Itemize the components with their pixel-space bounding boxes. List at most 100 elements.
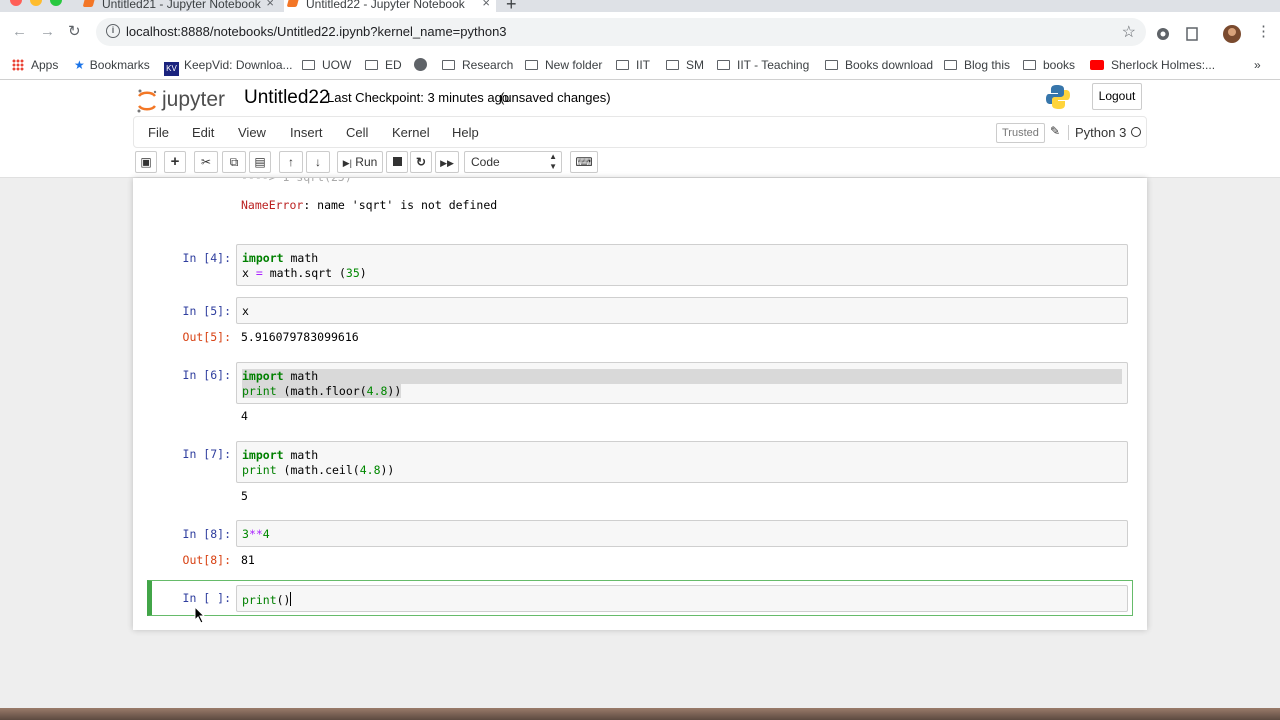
bookmark-blog-this[interactable]: Blog this <box>944 58 1010 72</box>
browser-tab-untitled21[interactable]: Untitled21 - Jupyter Notebook × <box>80 0 280 12</box>
menu-kernel[interactable]: Kernel <box>392 125 430 140</box>
menu-view[interactable]: View <box>238 125 266 140</box>
info-icon[interactable]: i <box>106 24 120 38</box>
error-message: : name 'sqrt' is not defined <box>303 198 498 212</box>
bookmark-iit[interactable]: IIT <box>616 58 650 72</box>
restart-button[interactable]: ↻ <box>410 151 432 173</box>
code-cell-editing[interactable]: print() <box>236 585 1128 612</box>
bookmark-books[interactable]: books <box>1023 58 1075 72</box>
keyboard-icon: ⌨ <box>575 155 593 169</box>
input-prompt: In [5]: <box>182 304 231 318</box>
code-text: math <box>283 251 319 265</box>
code-cell-8[interactable]: 3**4 <box>236 520 1128 547</box>
code-text: () <box>276 593 291 607</box>
code-text: x <box>242 266 256 280</box>
code-cell-5[interactable]: x <box>236 297 1128 324</box>
bookmark-label: Bookmarks <box>89 58 150 72</box>
insert-cell-button[interactable]: + <box>164 151 186 173</box>
menu-file[interactable]: File <box>148 125 169 140</box>
save-button[interactable]: ▣ <box>135 151 157 173</box>
code-cell-4[interactable]: import math x = math.sqrt (35) <box>236 244 1128 286</box>
code-cell-6[interactable]: import math print (math.floor(4.8)) <box>236 362 1128 404</box>
address-bar[interactable]: i localhost:8888/notebooks/Untitled22.ip… <box>96 18 1146 46</box>
menu-help[interactable]: Help <box>452 125 479 140</box>
cell-output: 81 <box>241 553 255 567</box>
bookmark-ed[interactable]: ED <box>365 58 402 72</box>
logout-button[interactable]: Logout <box>1092 83 1142 110</box>
browser-toolbar: ← → ↻ i localhost:8888/notebooks/Untitle… <box>0 12 1280 52</box>
bookmark-label: IIT <box>636 58 650 72</box>
unsaved-status: (unsaved changes) <box>500 90 611 105</box>
bookmark-sherlock[interactable]: Sherlock Holmes:... <box>1090 58 1215 72</box>
bookmark-new-folder[interactable]: New folder <box>525 58 602 72</box>
minimize-window-icon[interactable] <box>30 0 42 6</box>
jupyter-menubar: File Edit View Insert Cell Kernel Help T… <box>0 116 1280 148</box>
move-down-button[interactable]: ↓ <box>306 151 330 173</box>
move-up-button[interactable]: ↑ <box>279 151 303 173</box>
bookmark-sm[interactable]: SM <box>666 58 704 72</box>
bookmark-research[interactable]: Research <box>442 58 513 72</box>
tab-label: Untitled21 - Jupyter Notebook <box>102 0 261 11</box>
bookmark-label: Books download <box>845 58 934 72</box>
cut-button[interactable]: ✂ <box>194 151 218 173</box>
close-tab-icon[interactable]: × <box>482 0 490 9</box>
stop-icon <box>392 157 402 166</box>
menubar-container: File Edit View Insert Cell Kernel Help T… <box>133 116 1147 148</box>
bookmark-keepvid[interactable]: KV KeepVid: Downloa... <box>164 58 293 76</box>
copy-button[interactable]: ⧉ <box>222 151 246 173</box>
url-text[interactable]: localhost:8888/notebooks/Untitled22.ipyn… <box>126 24 507 39</box>
document-extension-icon[interactable] <box>1184 26 1200 42</box>
edit-pencil-icon[interactable]: ✎ <box>1050 124 1060 138</box>
bookmark-globe[interactable] <box>414 58 427 72</box>
code-text: math.sqrt ( <box>262 266 346 280</box>
jupyter-favicon-icon <box>82 0 96 7</box>
close-window-icon[interactable] <box>10 0 22 6</box>
step-forward-icon: ▶| <box>342 158 352 168</box>
menu-cell[interactable]: Cell <box>346 125 368 140</box>
extension-icon[interactable] <box>1155 26 1171 42</box>
code-cell-7[interactable]: import math print (math.ceil(4.8)) <box>236 441 1128 483</box>
code-text: )) <box>380 463 395 477</box>
browser-tab-untitled22[interactable]: Untitled22 - Jupyter Notebook × <box>284 0 496 12</box>
profile-avatar[interactable] <box>1222 24 1242 44</box>
new-tab-button[interactable]: + <box>506 0 517 13</box>
jupyter-wordmark: jupyter <box>162 88 226 111</box>
close-tab-icon[interactable]: × <box>266 0 274 9</box>
maximize-window-icon[interactable] <box>50 0 62 6</box>
keyword: import <box>242 369 284 383</box>
menu-insert[interactable]: Insert <box>290 125 323 140</box>
plus-icon: + <box>170 153 180 170</box>
menu-edit[interactable]: Edit <box>192 125 214 140</box>
interrupt-button[interactable] <box>386 151 408 173</box>
jupyter-favicon-icon <box>286 0 300 7</box>
kernel-name[interactable]: Python 3 <box>1068 125 1126 140</box>
reload-icon[interactable]: ↻ <box>68 24 81 40</box>
back-arrow-icon[interactable]: ← <box>12 24 27 40</box>
forward-arrow-icon[interactable]: → <box>40 24 55 40</box>
bookmark-star-icon[interactable]: ☆ <box>1122 22 1136 42</box>
bookmark-bookmarks[interactable]: ★ Bookmarks <box>74 58 150 72</box>
folder-icon <box>1023 60 1036 70</box>
folder-icon <box>717 60 730 70</box>
folder-icon <box>825 60 838 70</box>
bookmark-iit-teaching[interactable]: IIT - Teaching <box>717 58 809 72</box>
folder-icon <box>666 60 679 70</box>
bookmark-books-download[interactable]: Books download <box>825 58 933 72</box>
cell-type-select[interactable]: Code ▲ ▼ <box>464 151 562 173</box>
bookmark-apps[interactable]: Apps <box>12 58 58 72</box>
bookmark-uow[interactable]: UOW <box>302 58 351 72</box>
paste-button[interactable]: ▤ <box>249 151 271 173</box>
run-button[interactable]: ▶| Run <box>337 151 383 173</box>
restart-run-all-button[interactable]: ▶▶ <box>435 151 459 173</box>
more-bookmarks-icon[interactable]: » <box>1254 58 1261 72</box>
number: 35 <box>345 266 360 280</box>
input-prompt: In [4]: <box>182 251 231 265</box>
notebook-title[interactable]: Untitled22 <box>244 87 330 109</box>
browser-menu-icon[interactable]: ⋮ <box>1256 24 1271 40</box>
command-palette-button[interactable]: ⌨ <box>570 151 598 173</box>
arrow-up-icon: ↑ <box>288 155 294 169</box>
code-text: ) <box>359 266 367 280</box>
bookmark-label: Apps <box>31 58 59 72</box>
folder-icon <box>616 60 629 70</box>
trusted-badge[interactable]: Trusted <box>996 123 1045 143</box>
